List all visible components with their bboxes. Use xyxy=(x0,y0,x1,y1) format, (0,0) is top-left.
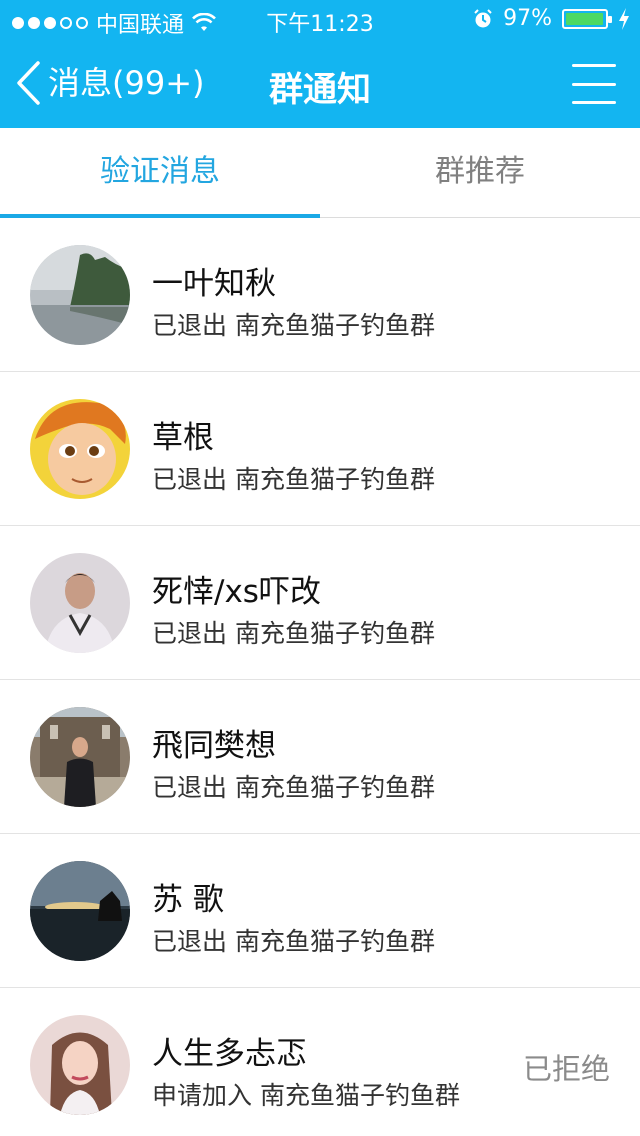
member-name: 人生多忐忑 xyxy=(152,1036,307,1072)
avatar xyxy=(30,399,130,499)
status-badge: 已拒绝 xyxy=(522,1052,610,1086)
list-item[interactable]: 飛同樊想 已退出 南充鱼猫子钓鱼群 xyxy=(0,680,640,834)
battery-fill xyxy=(566,12,603,25)
avatar xyxy=(30,707,130,807)
menu-icon[interactable] xyxy=(572,64,616,104)
member-name: 一叶知秋 xyxy=(152,266,276,302)
member-name: 死悻/xs吓改 xyxy=(152,574,321,610)
member-name: 草根 xyxy=(152,420,214,456)
status-right: 97% xyxy=(473,6,630,31)
avatar xyxy=(30,245,130,345)
avatar xyxy=(30,861,130,961)
battery-percent: 97% xyxy=(503,6,552,31)
top-bar: 中国联通 下午11:23 97% 消息(99+) 群通知 xyxy=(0,0,640,128)
avatar xyxy=(30,1015,130,1115)
member-name: 苏 歌 xyxy=(152,882,224,918)
notification-list: 一叶知秋 已退出 南充鱼猫子钓鱼群 草根 已退出 南充鱼猫子钓鱼群 死悻/xs吓… xyxy=(0,218,640,1136)
battery-icon xyxy=(562,8,612,29)
navigation-bar: 消息(99+) 群通知 xyxy=(0,40,640,128)
list-item[interactable]: 死悻/xs吓改 已退出 南充鱼猫子钓鱼群 xyxy=(0,526,640,680)
member-action: 申请加入 南充鱼猫子钓鱼群 xyxy=(152,1081,460,1110)
status-bar: 中国联通 下午11:23 97% xyxy=(0,0,640,40)
list-item[interactable]: 草根 已退出 南充鱼猫子钓鱼群 xyxy=(0,372,640,526)
member-action: 已退出 南充鱼猫子钓鱼群 xyxy=(152,619,435,648)
alarm-icon xyxy=(474,8,492,27)
avatar xyxy=(30,553,130,653)
member-action: 已退出 南充鱼猫子钓鱼群 xyxy=(152,773,435,802)
tab-group-recommendations[interactable]: 群推荐 xyxy=(320,128,640,217)
page-title: 群通知 xyxy=(269,70,371,110)
charging-bolt-icon xyxy=(619,7,629,30)
member-action: 已退出 南充鱼猫子钓鱼群 xyxy=(152,927,435,956)
member-action: 已退出 南充鱼猫子钓鱼群 xyxy=(152,311,435,340)
tab-verification-messages[interactable]: 验证消息 xyxy=(0,128,320,218)
list-item[interactable]: 人生多忐忑 申请加入 南充鱼猫子钓鱼群 已拒绝 xyxy=(0,988,640,1136)
list-item[interactable]: 一叶知秋 已退出 南充鱼猫子钓鱼群 xyxy=(0,218,640,372)
tab-bar: 验证消息 群推荐 xyxy=(0,128,640,218)
member-action: 已退出 南充鱼猫子钓鱼群 xyxy=(152,465,435,494)
list-item[interactable]: 苏 歌 已退出 南充鱼猫子钓鱼群 xyxy=(0,834,640,988)
member-name: 飛同樊想 xyxy=(152,728,276,764)
